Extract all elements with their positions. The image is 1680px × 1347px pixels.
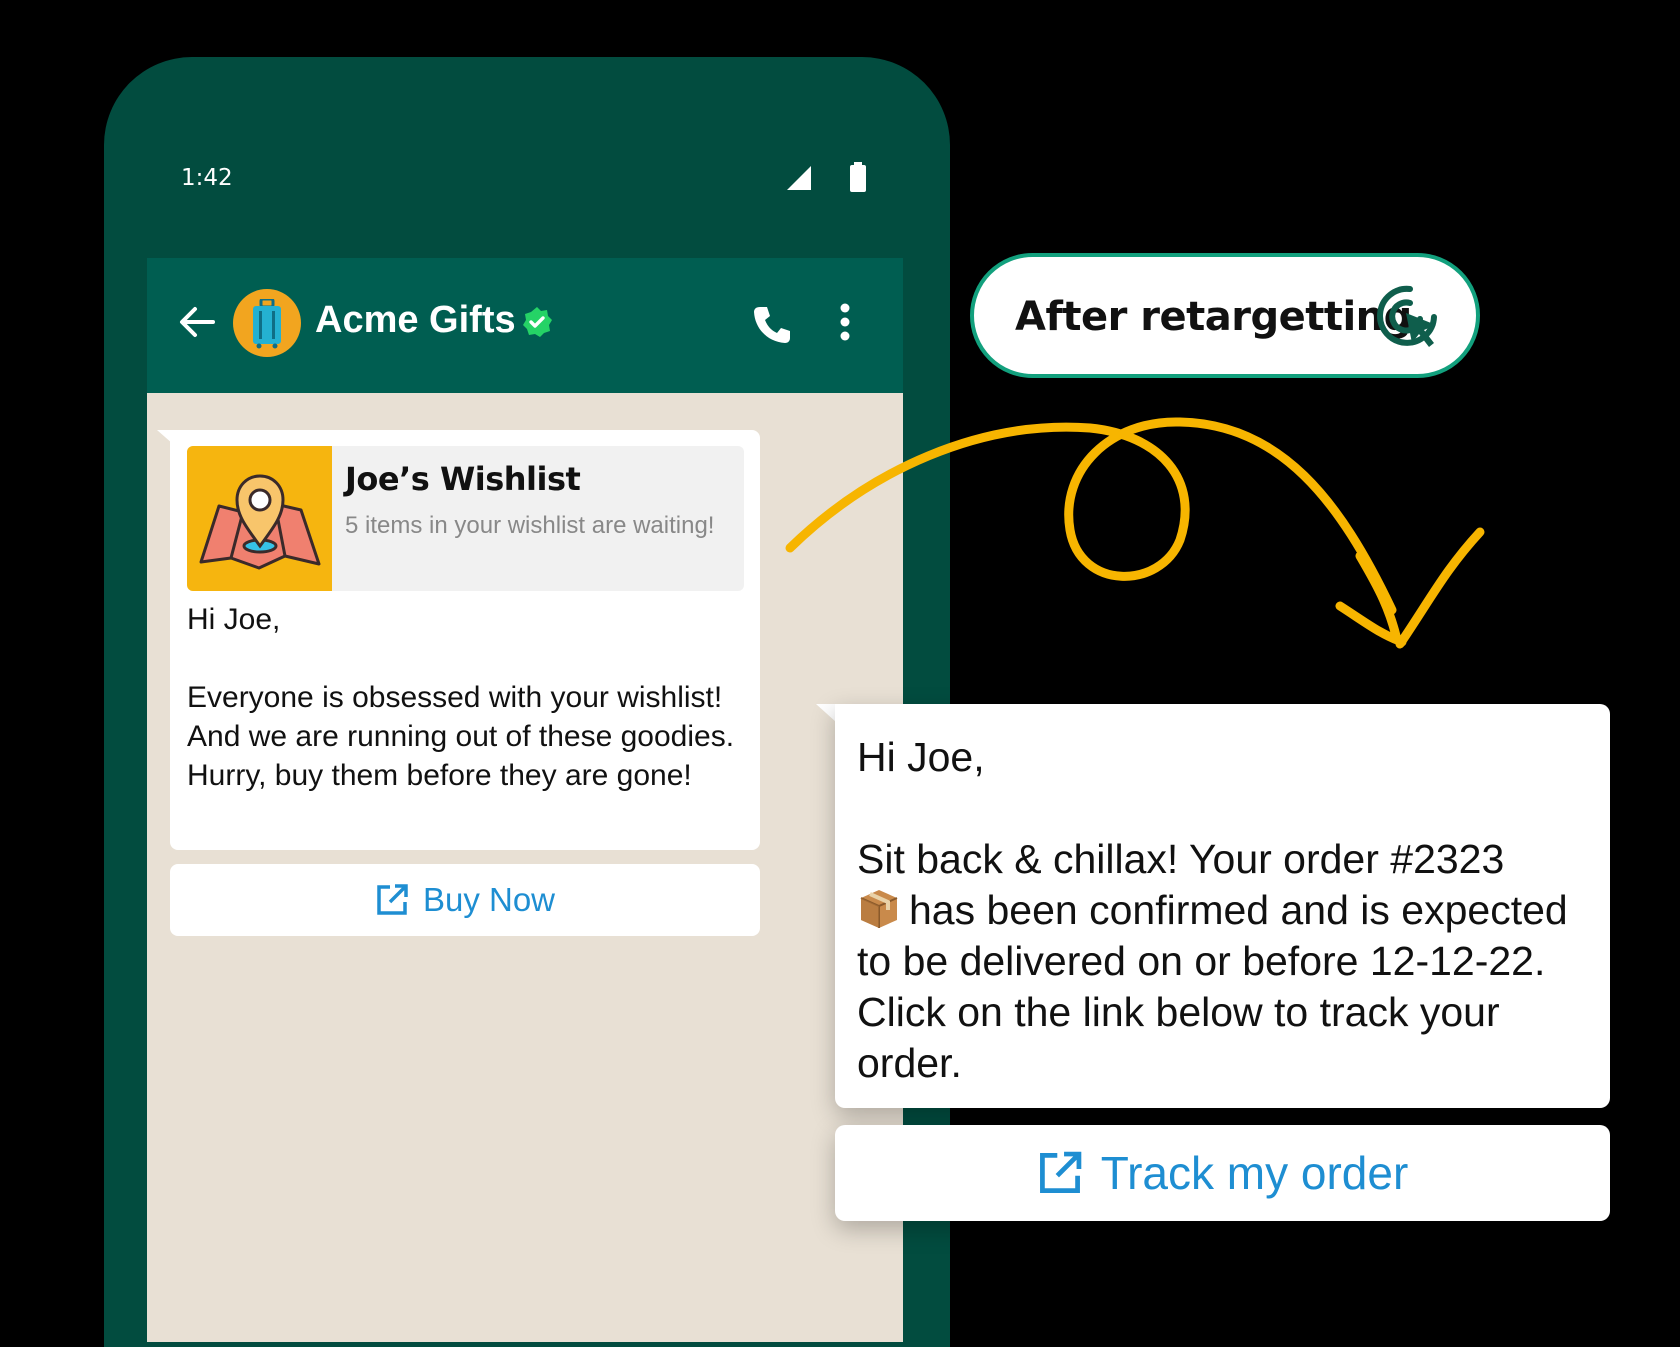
phone-screen: 1:42 Acme Gifts Joe’s Wishlist 5 items i… <box>147 142 903 1342</box>
link-preview[interactable]: Joe’s Wishlist 5 items in your wishlist … <box>187 446 744 591</box>
signal-icon <box>787 166 811 190</box>
preview-thumbnail <box>187 446 332 591</box>
badge-label: After retargetting <box>1015 294 1412 340</box>
more-options-icon[interactable] <box>839 302 851 342</box>
greeting-text: Hi Joe, <box>857 734 985 780</box>
preview-title: Joe’s Wishlist <box>345 460 581 498</box>
order-message-text: Hi Joe, Sit back & chillax! Your order #… <box>857 732 1597 1089</box>
order-text-part2: has been confirmed and is expected to be… <box>857 887 1580 1086</box>
verified-icon <box>523 307 552 337</box>
decorative-swirl-arrow <box>785 417 1485 649</box>
package-icon <box>860 890 898 928</box>
buy-now-button[interactable]: Buy Now <box>170 864 760 936</box>
bubble-tail <box>816 704 836 722</box>
luggage-icon <box>253 299 281 349</box>
chat-header: Acme Gifts <box>147 258 903 393</box>
cursor-click-icon <box>1377 285 1437 347</box>
phone-frame: 1:42 Acme Gifts Joe’s Wishlist 5 items i… <box>104 57 950 1347</box>
message-bubble-wishlist: Joe’s Wishlist 5 items in your wishlist … <box>170 430 760 850</box>
avatar[interactable] <box>233 289 301 357</box>
buy-now-label: Buy Now <box>422 881 556 918</box>
external-link-icon <box>1039 1151 1082 1193</box>
map-pin-icon <box>199 474 321 570</box>
call-icon[interactable] <box>750 303 794 347</box>
external-link-icon <box>377 884 408 915</box>
track-order-label: Track my order <box>1100 1147 1409 1199</box>
back-arrow-icon[interactable] <box>177 302 217 342</box>
after-retargetting-badge: After retargetting <box>970 253 1480 378</box>
status-bar: 1:42 <box>147 142 903 260</box>
order-text-part1: Sit back & chillax! Your order #2323 <box>857 836 1505 882</box>
chat-name[interactable]: Acme Gifts <box>315 299 516 342</box>
message-text: Hi Joe, Everyone is obsessed with your w… <box>187 603 735 792</box>
track-my-order-button[interactable]: Track my order <box>835 1125 1610 1221</box>
preview-subtitle: 5 items in your wishlist are waiting! <box>345 512 715 539</box>
message-bubble-order: Hi Joe, Sit back & chillax! Your order #… <box>835 704 1610 1108</box>
battery-icon <box>850 162 866 192</box>
status-time: 1:42 <box>181 165 233 191</box>
